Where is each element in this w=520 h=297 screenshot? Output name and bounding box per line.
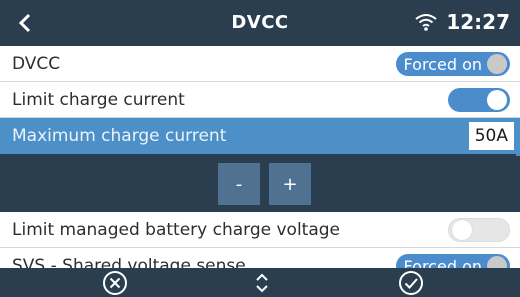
row-label: Maximum charge current: [12, 126, 227, 146]
limit-battery-voltage-toggle[interactable]: [448, 218, 510, 242]
status-area: 12:27: [414, 10, 510, 34]
toggle-knob: [452, 220, 472, 240]
navigate-button[interactable]: [247, 269, 277, 297]
confirm-check-circle-icon: [399, 271, 423, 295]
cancel-button[interactable]: [100, 269, 130, 297]
dvcc-mode-pill[interactable]: Forced on: [395, 52, 510, 76]
limit-charge-current-toggle[interactable]: [448, 88, 510, 112]
wifi-icon: [415, 14, 437, 31]
row-maximum-charge-current[interactable]: Maximum charge current 50A: [0, 118, 520, 154]
up-down-arrows-icon: [256, 273, 268, 293]
header-bar: DVCC 12:27: [0, 0, 520, 46]
decrement-button[interactable]: -: [218, 163, 260, 205]
row-label: Limit charge current: [12, 90, 185, 110]
toggle-knob: [487, 90, 507, 110]
increment-button[interactable]: +: [269, 163, 311, 205]
pill-text: Forced on: [403, 54, 482, 74]
cancel-circle-icon: [103, 271, 127, 295]
row-limit-managed-battery-charge-voltage[interactable]: Limit managed battery charge voltage: [0, 212, 520, 248]
charge-current-value[interactable]: 50A: [468, 122, 514, 150]
pill-knob: [487, 54, 507, 74]
row-dvcc[interactable]: DVCC Forced on: [0, 46, 520, 82]
confirm-button[interactable]: [396, 269, 426, 297]
row-label: Limit managed battery charge voltage: [12, 220, 341, 240]
value-stepper: - +: [0, 155, 520, 212]
row-label: DVCC: [12, 54, 61, 74]
footer-bar: [0, 268, 520, 297]
scrollbar[interactable]: [516, 120, 520, 156]
row-limit-charge-current[interactable]: Limit charge current: [0, 82, 520, 118]
clock: 12:27: [446, 10, 510, 34]
